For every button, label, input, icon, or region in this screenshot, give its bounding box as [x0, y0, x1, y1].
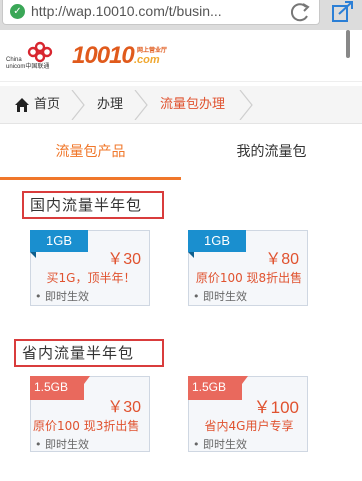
site-header: China unicom中国联通 10010 网上营业厅 .com	[0, 30, 362, 82]
breadcrumb-separator-icon	[239, 90, 253, 120]
card-note: • 即时生效	[35, 290, 89, 303]
card-description: 原价100 现8折出售	[195, 271, 303, 285]
product-card[interactable]: 1GB ￥30 买1G，顶半年！ • 即时生效	[30, 230, 150, 306]
home-icon[interactable]	[14, 97, 30, 113]
card-note: • 即时生效	[35, 438, 89, 451]
card-description: 省内4G用户专享	[204, 419, 294, 433]
product-card[interactable]: 1.5GB ￥30 原价100 现3折出售 • 即时生效	[30, 376, 150, 452]
logo-china-text: China unicom中国联通	[6, 57, 50, 70]
product-card[interactable]: 1GB ￥80 原价100 现8折出售 • 即时生效	[188, 230, 308, 306]
secure-check-icon: ✓	[10, 4, 25, 19]
breadcrumb-handle[interactable]: 办理	[97, 86, 123, 124]
share-icon[interactable]	[330, 0, 356, 24]
active-tab-indicator	[0, 177, 181, 180]
breadcrumb: 首页 办理 流量包办理	[0, 86, 362, 124]
reload-icon[interactable]	[288, 0, 314, 24]
card-badge: 1.5GB	[30, 376, 90, 400]
logo-10010: 10010	[72, 42, 135, 69]
card-price: ￥100	[253, 398, 299, 417]
logo-dotcom: .com	[134, 54, 160, 66]
product-card[interactable]: 1.5GB ￥100 省内4G用户专享 • 即时生效	[188, 376, 308, 452]
card-badge: 1GB	[30, 230, 88, 258]
address-bar[interactable]: ✓ http://wap.10010.com/t/busin...	[2, 0, 320, 25]
logo-subtitle: 网上营业厅	[137, 47, 168, 54]
breadcrumb-separator-icon	[134, 90, 148, 120]
browser-toolbar: ✓ http://wap.10010.com/t/busin...	[0, 0, 362, 30]
card-badge: 1GB	[188, 230, 246, 258]
card-price: ￥80	[265, 251, 299, 268]
card-note: • 即时生效	[193, 438, 247, 451]
url-text[interactable]: http://wap.10010.com/t/busin...	[31, 3, 222, 19]
section-title-domestic: 国内流量半年包	[22, 191, 164, 219]
scrollbar[interactable]	[346, 30, 350, 58]
breadcrumb-home[interactable]: 首页	[34, 86, 60, 124]
card-description: 原价100 现3折出售	[33, 419, 140, 433]
card-price: ￥30	[107, 251, 141, 268]
card-badge: 1.5GB	[188, 376, 248, 400]
tab-bar: 流量包产品 我的流量包	[0, 126, 362, 180]
card-note: • 即时生效	[193, 290, 247, 303]
breadcrumb-separator-icon	[71, 90, 85, 120]
tab-my-flow-packages[interactable]: 我的流量包	[181, 126, 362, 178]
section-title-provincial: 省内流量半年包	[14, 339, 164, 367]
card-price: ￥30	[107, 399, 141, 416]
breadcrumb-current: 流量包办理	[160, 97, 226, 112]
tab-flow-products[interactable]: 流量包产品	[0, 126, 181, 178]
card-description: 买1G，顶半年！	[46, 271, 136, 285]
